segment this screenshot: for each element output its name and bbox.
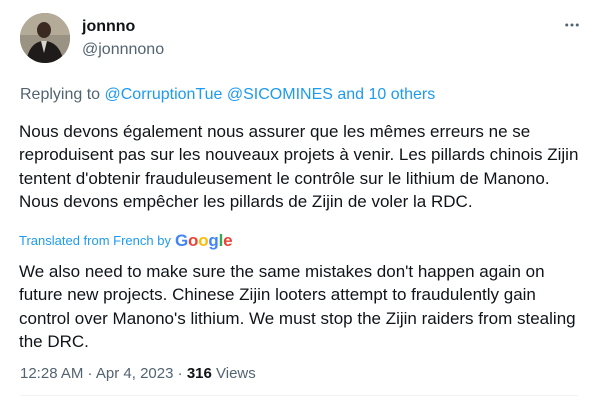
tweet-time: 12:28 AM [20,365,84,382]
tweet-meta: 12:28 AM · Apr 4, 2023 · 316 Views [20,364,256,384]
translated-label: Translated from French by [19,233,171,248]
tweet-date: Apr 4, 2023 [95,365,174,382]
views-label: Views [211,365,256,382]
google-logo: Google [174,231,233,250]
user-handle[interactable]: @jonnnono [82,40,164,60]
tweet-text: Nous devons également nous assurer que l… [19,122,579,211]
replying-to: Replying to @CorruptionTue @SICOMINES an… [20,85,435,105]
more-horizontal-icon [565,23,579,27]
divider [20,395,578,396]
meta-separator: · [83,365,96,382]
avatar-photo [20,13,70,63]
replying-prefix: Replying to [20,86,101,103]
others-link[interactable]: and 10 others [337,86,435,103]
avatar[interactable] [20,13,70,63]
translation-attribution[interactable]: Translated from French by Google [19,231,233,250]
tweet-translation: We also need to make sure the same mista… [19,262,576,351]
meta-separator: · [173,365,187,382]
mention-link[interactable]: @SICOMINES [227,86,333,103]
mention-link[interactable]: @CorruptionTue [105,86,223,103]
views-count: 316 [186,365,212,382]
tweet-timestamp[interactable]: 12:28 AM · Apr 4, 2023 [20,365,173,382]
display-name[interactable]: jonnno [82,17,135,37]
more-options-button[interactable] [561,14,583,36]
